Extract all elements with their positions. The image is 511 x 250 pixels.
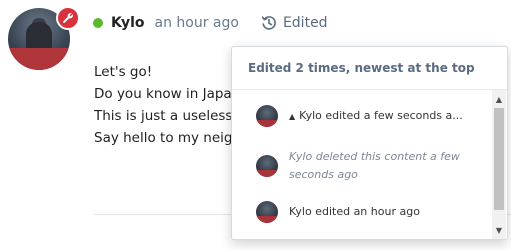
scrollbar-thumb[interactable] (494, 108, 504, 210)
author-name[interactable]: Kylo (111, 15, 145, 31)
edit-history-dropdown: Edited 2 times, newest at the top ▲ Kylo… (231, 46, 508, 240)
edit-history-title: Edited 2 times, newest at the top (232, 47, 507, 90)
edited-label: Edited (282, 15, 328, 31)
online-status-indicator (93, 18, 103, 28)
scrollbar[interactable]: ▲ ▼ (492, 90, 506, 239)
history-item[interactable]: ▲ Kylo edited a few seconds a... (232, 90, 491, 142)
history-item[interactable]: Kylo edited an hour ago (232, 190, 491, 234)
history-icon (261, 16, 276, 30)
avatar (256, 155, 278, 177)
avatar (256, 201, 278, 223)
edited-button[interactable]: Edited (261, 15, 328, 31)
history-item-text: Kylo deleted this content a few seconds … (289, 150, 460, 181)
post-header: Kylo an hour ago Edited (93, 12, 328, 34)
wrench-icon (63, 12, 74, 23)
moderator-badge (56, 6, 80, 30)
scroll-down-arrow-icon[interactable]: ▼ (492, 223, 506, 237)
history-item[interactable]: Kylo deleted this content a few seconds … (232, 142, 491, 190)
history-item-text: Kylo edited an hour ago (289, 205, 420, 218)
edit-history-list: ▲ Kylo edited a few seconds a... Kylo de… (232, 90, 491, 234)
avatar-container (8, 6, 80, 74)
post-timestamp[interactable]: an hour ago (155, 15, 239, 31)
scroll-up-arrow-icon[interactable]: ▲ (492, 92, 506, 106)
caret-up-icon: ▲ (289, 111, 296, 121)
avatar-stripe (8, 48, 70, 70)
history-item-text: Kylo edited a few seconds a... (299, 109, 463, 122)
avatar (256, 105, 278, 127)
